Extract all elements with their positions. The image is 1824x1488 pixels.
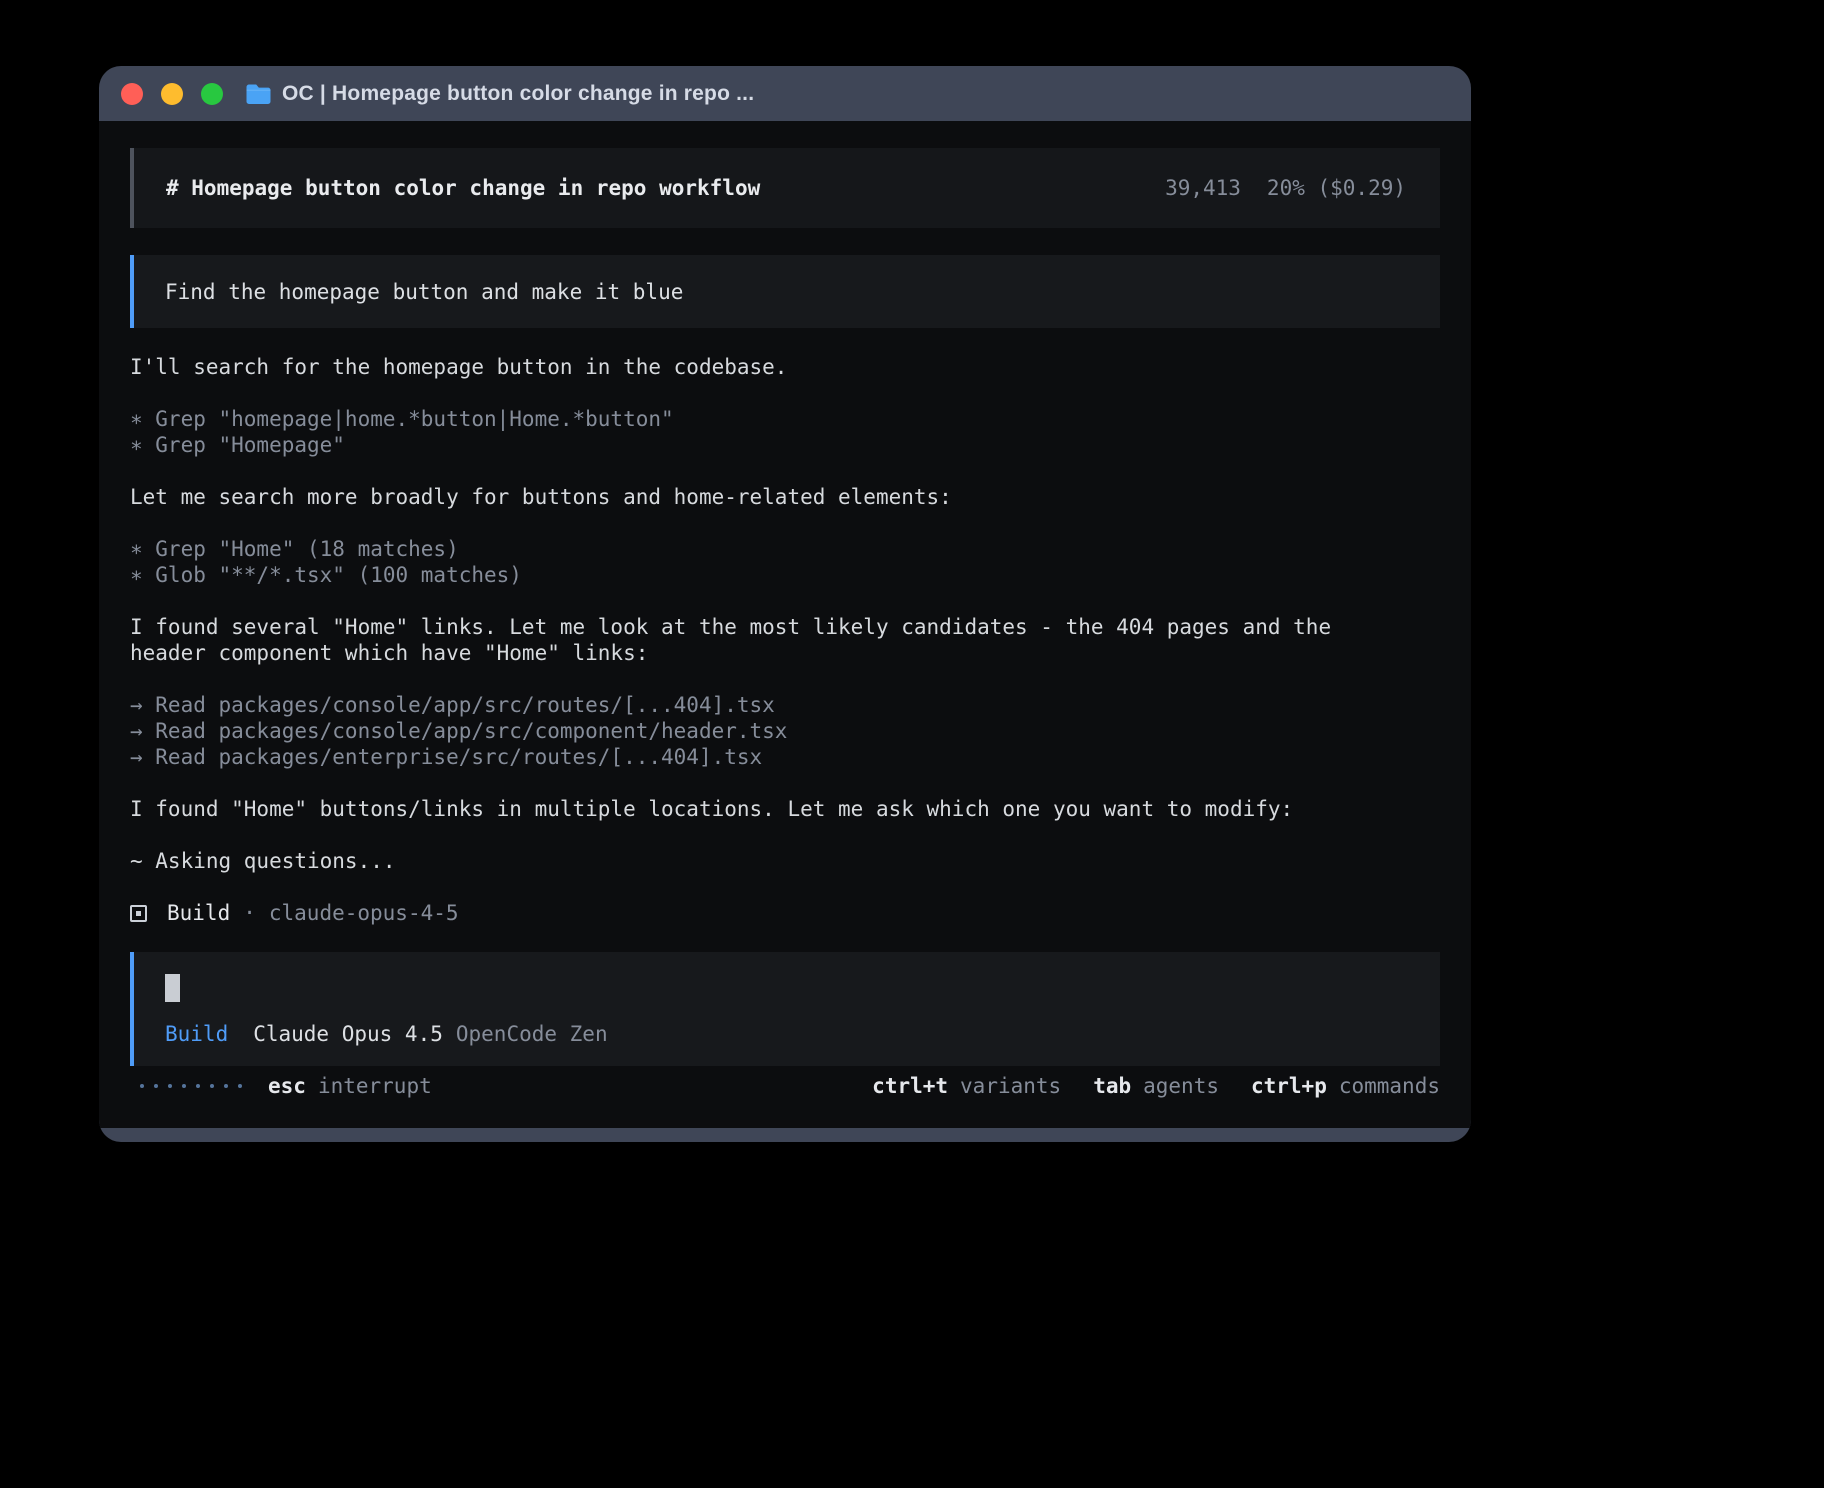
transcript-block-text: I found several "Home" links. Let me loo… — [130, 614, 1440, 666]
transcript-block-text: ~ Asking questions... — [130, 848, 1440, 874]
transcript-block-tool: ∗ Grep "homepage|home.*button|Home.*butt… — [130, 406, 1440, 458]
session-header: # Homepage button color change in repo w… — [130, 148, 1440, 228]
shortcut-label: commands — [1339, 1074, 1440, 1098]
session-meta: 39,413 20% ($0.29) — [1165, 176, 1406, 200]
tool-call-line: ∗ Grep "Home" (18 matches) — [130, 536, 1440, 562]
tool-call-line: → Read packages/console/app/src/routes/[… — [130, 692, 1440, 718]
spinner-dot — [154, 1084, 158, 1088]
status-bar: esc interrupt ctrl+tvariantstabagentsctr… — [130, 1072, 1440, 1100]
tool-call-line: → Read packages/console/app/src/componen… — [130, 718, 1440, 744]
footer-shortcuts-right: ctrl+t variants tab agents ctrl+p commands — [872, 1074, 1440, 1098]
spinner-dot — [238, 1084, 242, 1088]
minimize-button[interactable] — [161, 83, 183, 105]
spinner-dot — [210, 1084, 214, 1088]
agent-name: Build — [167, 900, 230, 926]
titlebar[interactable]: OC | Homepage button color change in rep… — [99, 66, 1471, 121]
shortcut-interrupt: esc interrupt — [268, 1074, 432, 1098]
transcript-block-text: Let me search more broadly for buttons a… — [130, 484, 1440, 510]
spinner-dot — [196, 1084, 200, 1088]
assistant-text-line: Let me search more broadly for buttons a… — [130, 484, 1440, 510]
transcript-block-tool: ∗ Grep "Home" (18 matches)∗ Glob "**/*.t… — [130, 536, 1440, 588]
terminal-content: # Homepage button color change in repo w… — [99, 121, 1471, 1128]
shortcut-key: ctrl+p — [1251, 1074, 1327, 1098]
prompt-input[interactable]: Build Claude Opus 4.5 OpenCode Zen — [130, 952, 1440, 1066]
agent-separator: · — [243, 900, 256, 926]
shortcut-key: ctrl+t — [872, 1074, 948, 1098]
folder-icon — [245, 82, 272, 105]
spinner-dot — [182, 1084, 186, 1088]
spinner-dot — [224, 1084, 228, 1088]
tool-call-line: ∗ Grep "Homepage" — [130, 432, 1440, 458]
prompt-meta: Build Claude Opus 4.5 OpenCode Zen — [165, 1022, 1409, 1046]
user-message-text: Find the homepage button and make it blu… — [165, 280, 683, 304]
transcript-block-tool: → Read packages/console/app/src/routes/[… — [130, 692, 1440, 770]
transcript: I'll search for the homepage button in t… — [130, 354, 1440, 874]
token-count: 39,413 — [1165, 176, 1241, 200]
tool-call-line: ∗ Glob "**/*.tsx" (100 matches) — [130, 562, 1440, 588]
assistant-text-line: ~ Asking questions... — [130, 848, 1440, 874]
spinner-dot — [140, 1084, 144, 1088]
transcript-block-text: I'll search for the homepage button in t… — [130, 354, 1440, 380]
prompt-model: Claude Opus 4.5 — [253, 1022, 443, 1046]
assistant-text-line: header component which have "Home" links… — [130, 640, 1440, 666]
user-message: Find the homepage button and make it blu… — [130, 255, 1440, 328]
shortcut-variants: ctrl+t variants — [872, 1074, 1061, 1098]
tool-call-line: → Read packages/enterprise/src/routes/[.… — [130, 744, 1440, 770]
shortcut-label: interrupt — [318, 1074, 432, 1098]
shortcut-key: esc — [268, 1074, 306, 1098]
status-bar-left: esc interrupt — [130, 1074, 432, 1098]
terminal-window: OC | Homepage button color change in rep… — [99, 66, 1471, 1142]
shortcut-key: tab — [1093, 1074, 1131, 1098]
shortcut-label: agents — [1143, 1074, 1219, 1098]
agent-icon — [130, 905, 147, 922]
tool-call-line: ∗ Grep "homepage|home.*button|Home.*butt… — [130, 406, 1440, 432]
window-controls — [121, 83, 223, 105]
prompt-mode: Build — [165, 1022, 228, 1046]
assistant-text-line: I found "Home" buttons/links in multiple… — [130, 796, 1440, 822]
window-title: OC | Homepage button color change in rep… — [282, 82, 754, 106]
close-button[interactable] — [121, 83, 143, 105]
spinner-dot — [168, 1084, 172, 1088]
text-cursor — [165, 974, 180, 1002]
agent-status: Build · claude-opus-4-5 — [130, 900, 1440, 926]
session-title: # Homepage button color change in repo w… — [166, 176, 760, 200]
transcript-block-text: I found "Home" buttons/links in multiple… — [130, 796, 1440, 822]
context-cost: 20% ($0.29) — [1267, 176, 1406, 200]
agent-model: claude-opus-4-5 — [269, 900, 459, 926]
shortcut-agents: tab agents — [1093, 1074, 1219, 1098]
shortcut-commands: ctrl+p commands — [1251, 1074, 1440, 1098]
assistant-text-line: I'll search for the homepage button in t… — [130, 354, 1440, 380]
shortcut-label: variants — [960, 1074, 1061, 1098]
assistant-text-line: I found several "Home" links. Let me loo… — [130, 614, 1440, 640]
prompt-provider: OpenCode Zen — [456, 1022, 608, 1046]
zoom-button[interactable] — [201, 83, 223, 105]
spinner — [140, 1084, 242, 1088]
